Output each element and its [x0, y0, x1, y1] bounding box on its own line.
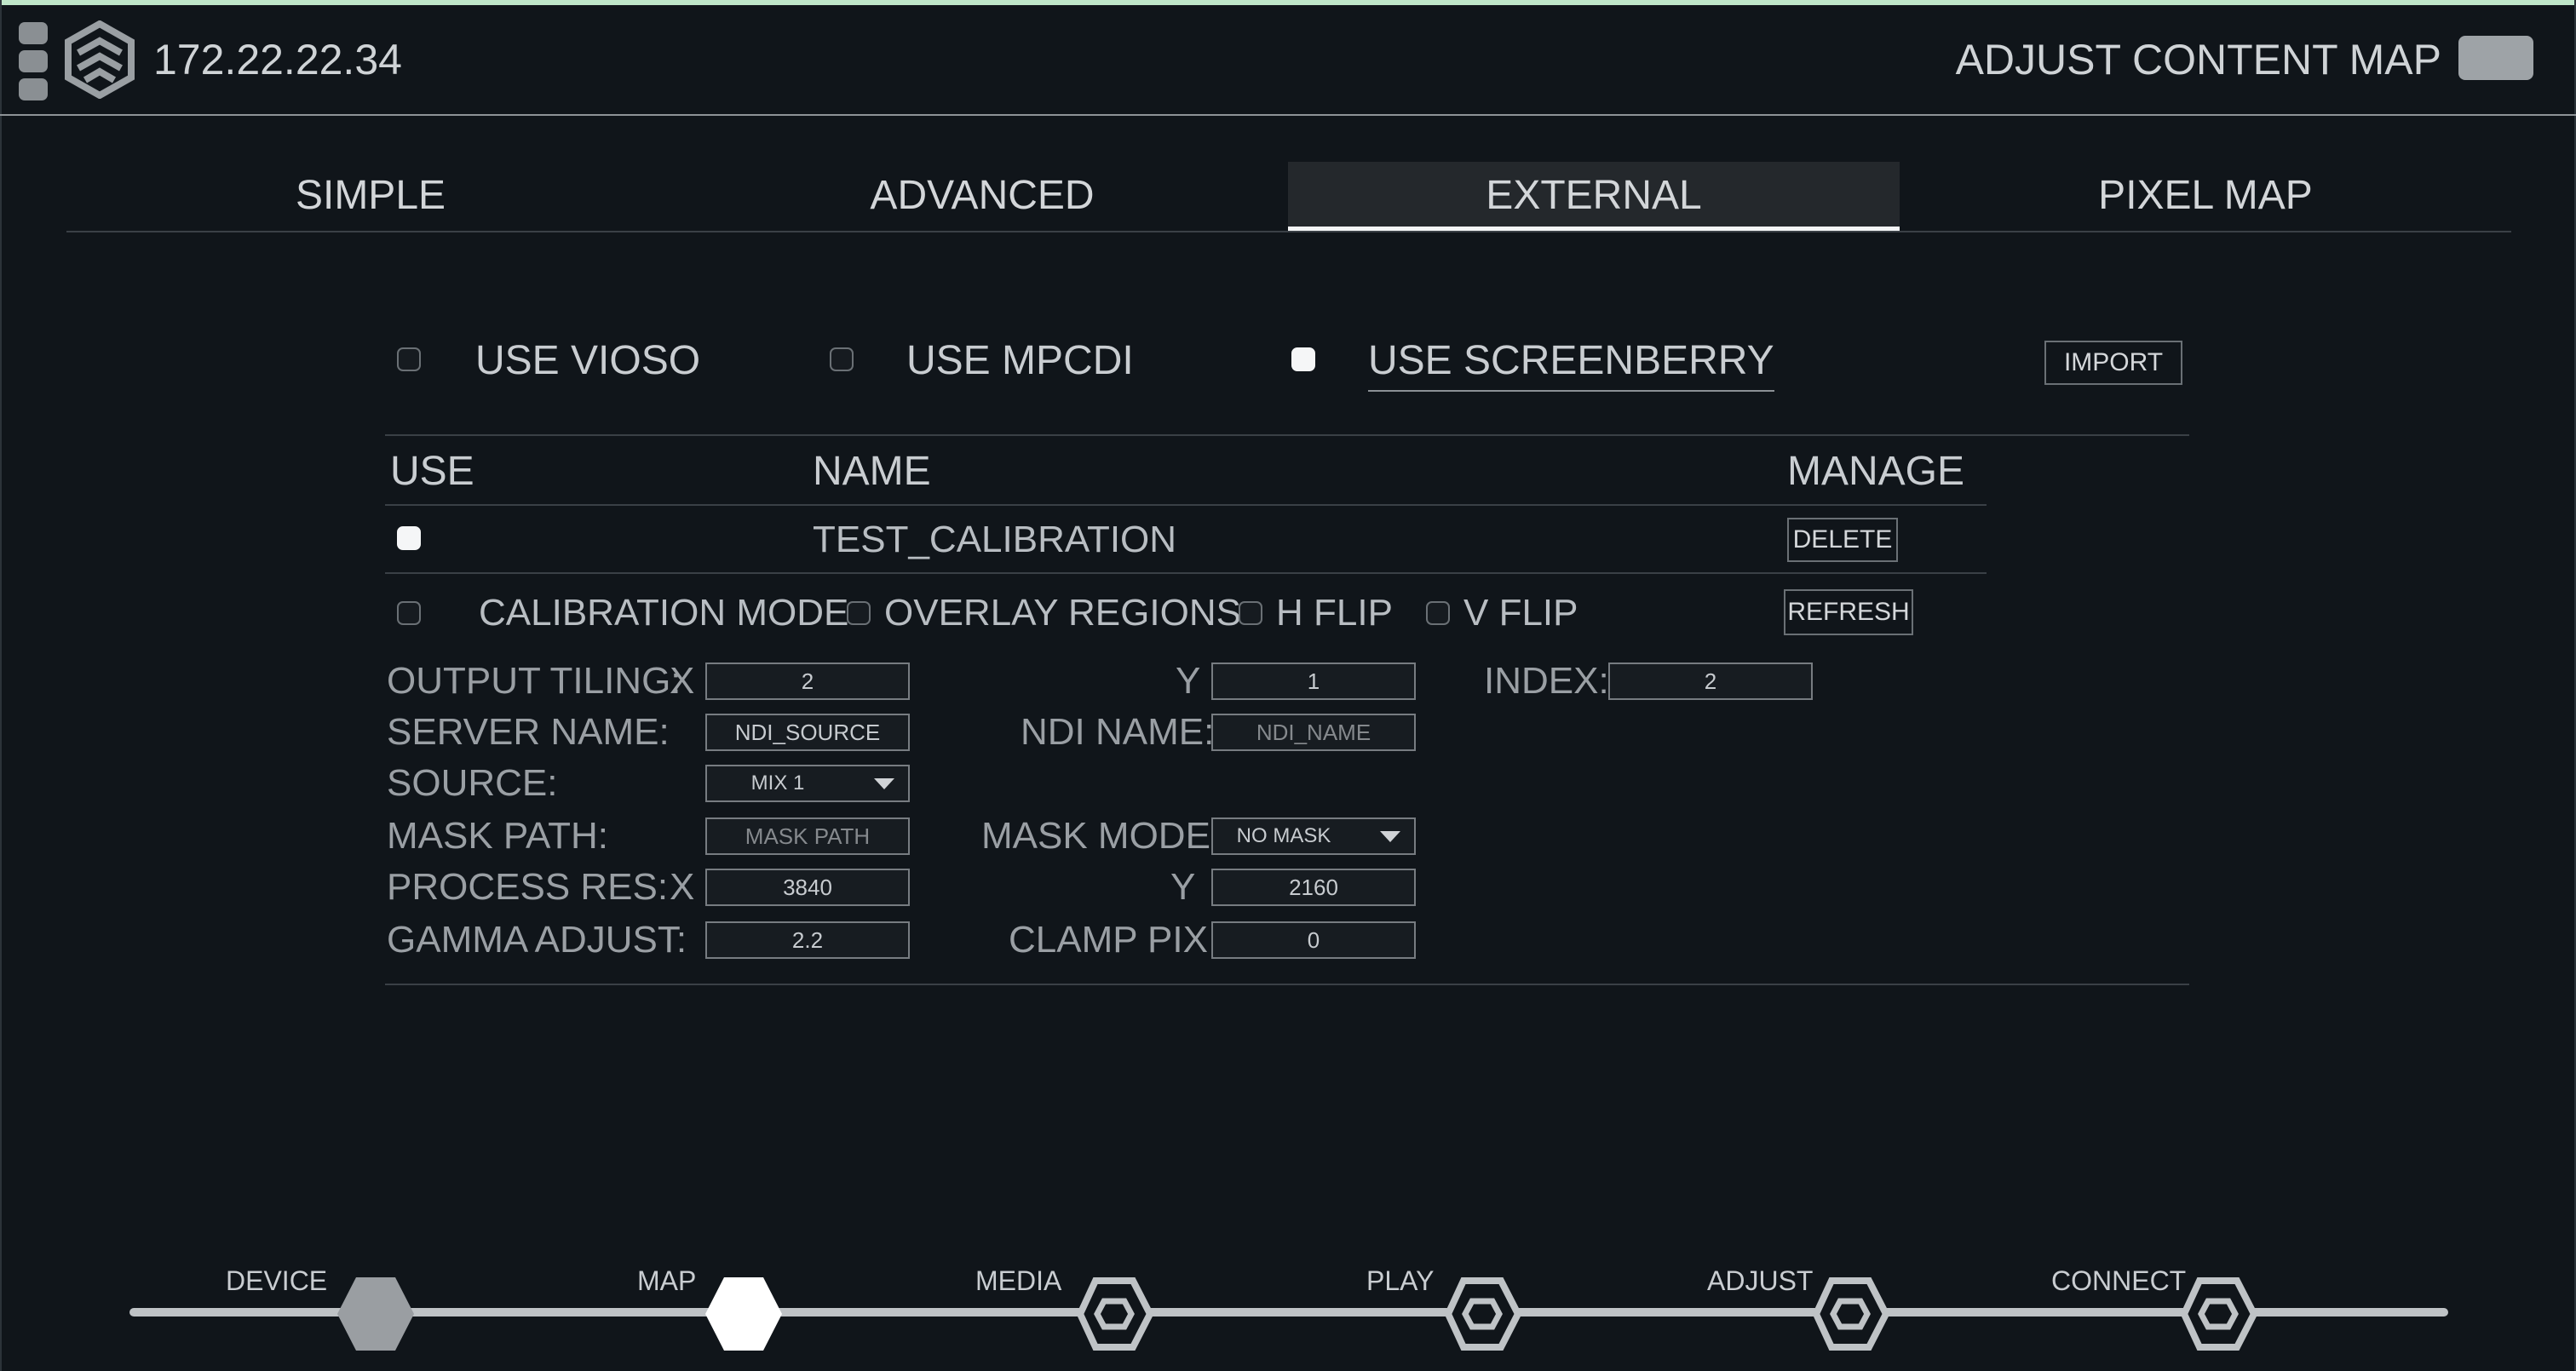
workflow-node-device[interactable]: [336, 1276, 416, 1352]
source-label: SOURCE:: [387, 762, 558, 804]
calibration-mode-checkbox[interactable]: [397, 601, 421, 625]
tab-simple[interactable]: SIMPLE: [65, 162, 676, 230]
hamburger-menu-icon[interactable]: [17, 22, 51, 100]
overlay-regions-checkbox[interactable]: [847, 601, 871, 625]
source-select-value: MIX 1: [750, 772, 805, 794]
overlay-regions-label: OVERLAY REGIONS: [884, 592, 1241, 634]
clamp-pix-input[interactable]: 0: [1211, 921, 1416, 959]
use-mpcdi-label: USE MPCDI: [906, 338, 1134, 383]
table-row[interactable]: TEST_CALIBRATION DELETE: [385, 506, 1987, 572]
window-top-strip: [0, 0, 2576, 5]
ndi-name-input[interactable]: NDI_NAME: [1211, 714, 1416, 751]
window-left-edge: [0, 0, 2, 1371]
output-tiling-label: OUTPUT TILING:: [387, 660, 681, 702]
workflow-label-connect: CONNECT: [2051, 1265, 2187, 1296]
server-name-input[interactable]: NDI_SOURCE: [705, 714, 910, 751]
clamp-pix-label: CLAMP PIX:: [1009, 919, 1219, 961]
workflow-node-adjust[interactable]: [1811, 1276, 1891, 1352]
gamma-adjust-input[interactable]: 2.2: [705, 921, 910, 959]
device-ip-address: 172.22.22.34: [153, 36, 402, 83]
v-flip-checkbox[interactable]: [1426, 601, 1450, 625]
adjust-content-map-toggle[interactable]: [2458, 36, 2533, 80]
ndi-name-label: NDI NAME:: [1021, 711, 1215, 753]
section-divider-top: [385, 434, 2189, 436]
process-x-input[interactable]: 3840: [705, 869, 910, 906]
header-divider: [0, 114, 2576, 116]
hexagon-logo-icon: [65, 20, 135, 99]
tiling-x-input[interactable]: 2: [705, 663, 910, 700]
server-name-label: SERVER NAME:: [387, 711, 670, 753]
tiling-x-label: X: [670, 660, 695, 702]
mask-mode-select-value: NO MASK: [1236, 824, 1331, 847]
source-select[interactable]: MIX 1: [705, 765, 910, 802]
use-vioso-checkbox[interactable]: [397, 347, 421, 371]
app-window: 172.22.22.34 ADJUST CONTENT MAP SIMPLE A…: [0, 0, 2576, 1371]
workflow-track: [129, 1308, 2448, 1317]
index-label: INDEX:: [1484, 660, 1609, 702]
import-button[interactable]: IMPORT: [2044, 341, 2182, 385]
process-res-label: PROCESS RES:: [387, 866, 669, 908]
tab-bar-divider: [66, 231, 2511, 232]
section-divider-bottom: [385, 984, 2189, 985]
table-row-divider: [385, 572, 1987, 574]
h-flip-label: H FLIP: [1276, 592, 1393, 634]
process-y-label: Y: [1170, 866, 1196, 908]
calibration-use-checkbox[interactable]: [397, 526, 421, 550]
active-tab-indicator: [1288, 227, 1900, 231]
tiling-y-input[interactable]: 1: [1211, 663, 1416, 700]
workflow-label-map: MAP: [637, 1265, 697, 1296]
calibration-mode-label: CALIBRATION MODE: [479, 592, 849, 634]
workflow-node-connect[interactable]: [2179, 1276, 2259, 1352]
mask-path-label: MASK PATH:: [387, 815, 608, 857]
tab-advanced[interactable]: ADVANCED: [676, 162, 1288, 230]
use-mpcdi-checkbox[interactable]: [830, 347, 854, 371]
mask-mode-select[interactable]: NO MASK: [1211, 817, 1416, 855]
column-header-use: USE: [390, 449, 474, 494]
use-screenberry-checkbox[interactable]: [1291, 347, 1315, 371]
mask-path-input[interactable]: MASK PATH: [705, 817, 910, 855]
use-vioso-label: USE VIOSO: [475, 338, 701, 383]
tiling-y-label: Y: [1176, 660, 1201, 702]
mode-title: ADJUST CONTENT MAP: [1955, 36, 2441, 83]
v-flip-label: V FLIP: [1463, 592, 1578, 634]
h-flip-checkbox[interactable]: [1239, 601, 1262, 625]
process-x-label: X: [670, 866, 695, 908]
workflow-node-play[interactable]: [1443, 1276, 1523, 1352]
delete-button[interactable]: DELETE: [1787, 518, 1898, 562]
workflow-node-media[interactable]: [1075, 1276, 1155, 1352]
tab-pixel-map[interactable]: PIXEL MAP: [1900, 162, 2511, 230]
chevron-down-icon: [1380, 830, 1400, 842]
gamma-adjust-label: GAMMA ADJUST:: [387, 919, 687, 961]
workflow-label-media: MEDIA: [975, 1265, 1062, 1296]
calibration-name: TEST_CALIBRATION: [813, 519, 1177, 560]
workflow-label-device: DEVICE: [226, 1265, 328, 1296]
column-header-name: NAME: [813, 449, 931, 494]
workflow-label-play: PLAY: [1366, 1265, 1435, 1296]
workflow-label-adjust: ADJUST: [1707, 1265, 1814, 1296]
chevron-down-icon: [874, 777, 894, 789]
index-input[interactable]: 2: [1608, 663, 1813, 700]
column-header-manage: MANAGE: [1787, 449, 1965, 494]
tab-external[interactable]: EXTERNAL: [1288, 162, 1900, 230]
mask-mode-label: MASK MODE:: [981, 815, 1222, 857]
process-y-input[interactable]: 2160: [1211, 869, 1416, 906]
refresh-button[interactable]: REFRESH: [1784, 589, 1913, 635]
use-screenberry-label: USE SCREENBERRY: [1368, 341, 1774, 392]
workflow-node-map[interactable]: [704, 1276, 784, 1352]
